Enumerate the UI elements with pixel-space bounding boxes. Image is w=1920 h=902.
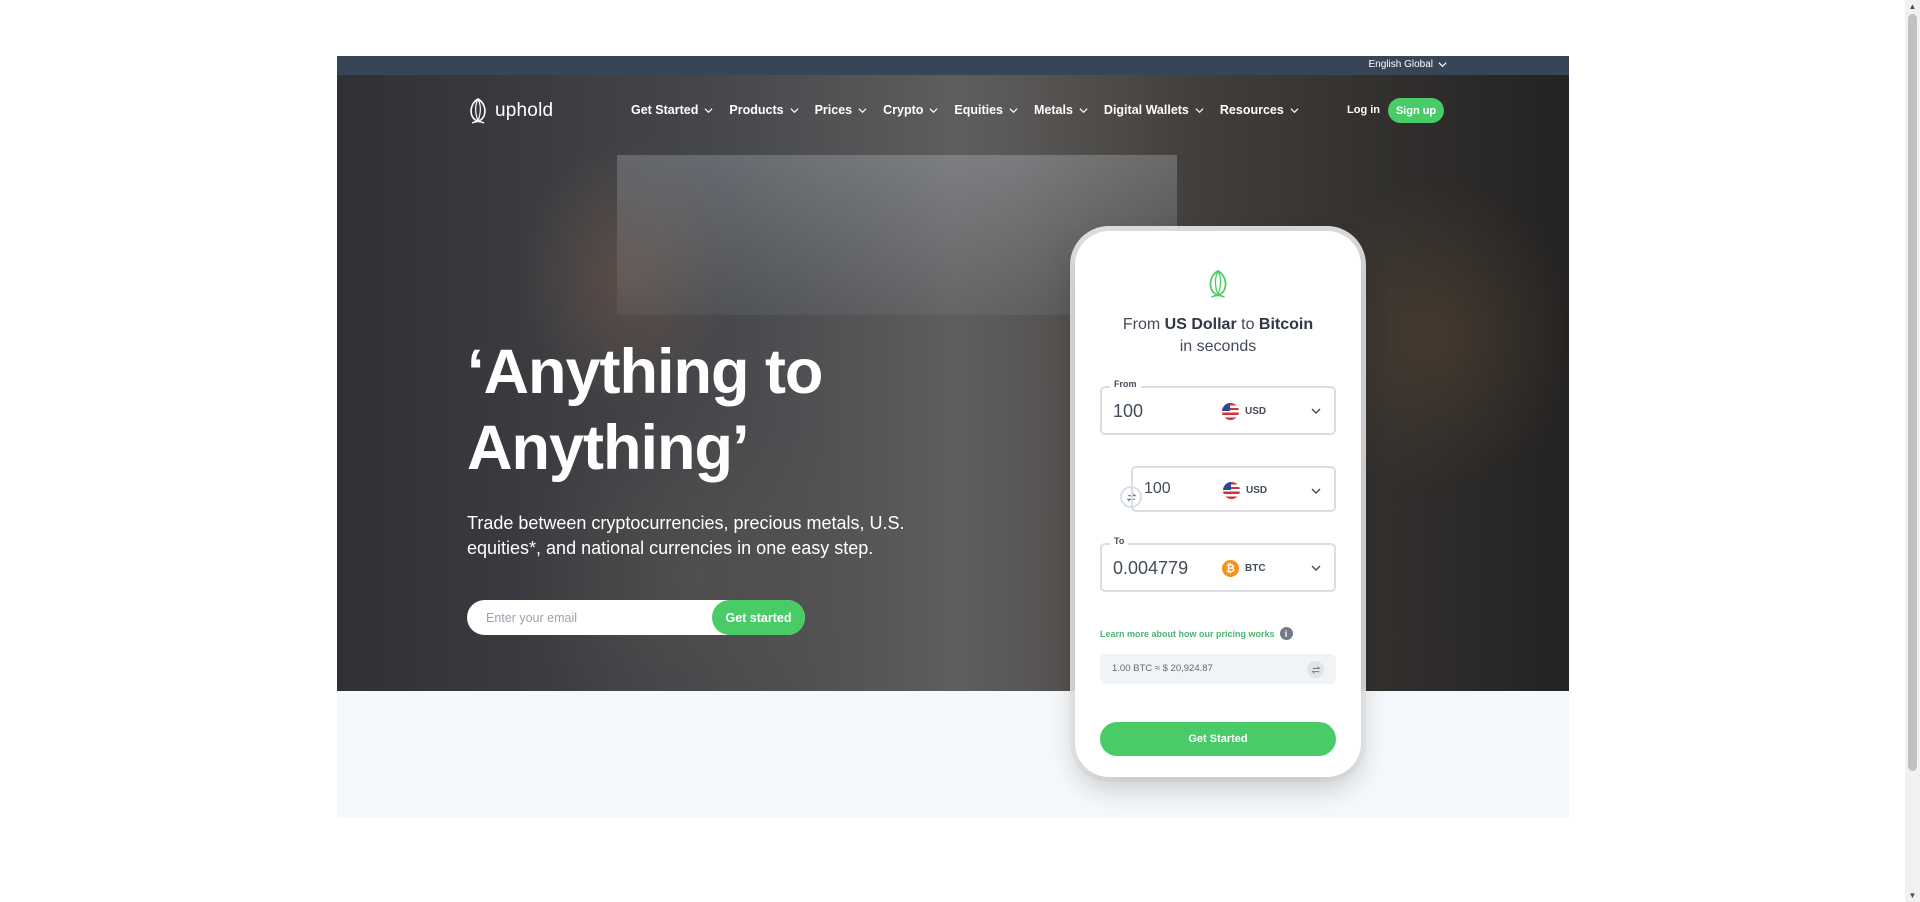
nav-item-prices[interactable]: Prices bbox=[815, 103, 868, 117]
chevron-down-icon bbox=[858, 107, 867, 113]
nav-item-products[interactable]: Products bbox=[729, 103, 799, 117]
converter-get-started-button[interactable]: Get Started bbox=[1100, 722, 1336, 756]
intermediate-amount[interactable]: 100 bbox=[1144, 480, 1171, 498]
to-field[interactable]: To 0.004779 ₿ BTC bbox=[1100, 536, 1336, 592]
chevron-down-icon bbox=[790, 107, 799, 113]
nav-item-label: Resources bbox=[1219, 103, 1284, 117]
from-amount[interactable]: 100 bbox=[1113, 401, 1143, 422]
login-link[interactable]: Log in bbox=[1347, 104, 1380, 116]
swap-arrows-icon bbox=[1310, 665, 1321, 674]
logo-text: uphold bbox=[495, 100, 554, 121]
pricing-info-link[interactable]: Learn more about how our pricing works i bbox=[1100, 627, 1293, 640]
signup-button[interactable]: Sign up bbox=[1388, 98, 1444, 123]
title-to-word: to bbox=[1236, 316, 1259, 333]
nav-item-label: Crypto bbox=[883, 103, 924, 117]
nav-item-label: Metals bbox=[1034, 103, 1073, 117]
language-selector[interactable]: English Global bbox=[1369, 59, 1447, 70]
headline-line-1: ‘Anything to bbox=[467, 337, 823, 407]
to-amount[interactable]: 0.004779 bbox=[1113, 558, 1188, 579]
chevron-down-icon bbox=[1438, 62, 1447, 68]
from-currency-selector[interactable]: USD bbox=[1222, 403, 1266, 420]
us-flag-icon bbox=[1223, 482, 1240, 499]
nav-item-label: Equities bbox=[954, 103, 1004, 117]
nav-item-equities[interactable]: Equities bbox=[954, 103, 1018, 117]
us-flag-icon bbox=[1222, 403, 1239, 420]
title-from-prefix: From bbox=[1122, 316, 1165, 333]
hero-subtext: Trade between cryptocurrencies, precious… bbox=[467, 513, 905, 558]
to-currency-selector[interactable]: ₿ BTC bbox=[1222, 560, 1266, 577]
main-nav: uphold Get Started Products Prices Crypt… bbox=[337, 75, 1569, 147]
title-to-currency: Bitcoin bbox=[1258, 316, 1314, 333]
nav-item-metals[interactable]: Metals bbox=[1034, 103, 1088, 117]
intermediate-field[interactable]: 100 USD bbox=[1131, 466, 1336, 512]
headline-line-2: Anything’ bbox=[467, 413, 749, 483]
top-bar: English Global bbox=[337, 56, 1569, 75]
bitcoin-icon: ₿ bbox=[1222, 560, 1239, 577]
info-icon[interactable]: i bbox=[1279, 627, 1293, 640]
chevron-down-icon[interactable] bbox=[1310, 562, 1322, 574]
exchange-rate-box: 1.00 BTC ≈ $ 20,924.87 bbox=[1100, 654, 1336, 684]
page-scrollbar[interactable]: ▲ ▼ bbox=[1905, 0, 1920, 902]
get-started-button[interactable]: Get started bbox=[712, 600, 805, 635]
nav-item-label: Prices bbox=[814, 103, 853, 117]
chevron-down-icon bbox=[1009, 107, 1018, 113]
title-line-2: in seconds bbox=[1179, 338, 1257, 355]
page: English Global uphold Get Started Produc… bbox=[0, 0, 1920, 902]
uphold-logo[interactable]: uphold bbox=[467, 97, 553, 125]
nav-item-digital-wallets[interactable]: Digital Wallets bbox=[1104, 103, 1204, 117]
site-frame: English Global uphold Get Started Produc… bbox=[337, 56, 1569, 818]
converter-card: From US Dollar to Bitcoin in seconds Fro… bbox=[1075, 231, 1361, 777]
nav-item-crypto[interactable]: Crypto bbox=[883, 103, 938, 117]
swap-rate-icon[interactable] bbox=[1307, 661, 1324, 678]
email-signup-form: Get started bbox=[467, 600, 805, 635]
intermediate-currency-code: USD bbox=[1246, 485, 1268, 496]
from-field[interactable]: From 100 USD bbox=[1100, 379, 1336, 435]
chevron-down-icon bbox=[929, 107, 938, 113]
chevron-down-icon bbox=[704, 107, 713, 113]
scroll-thumb[interactable] bbox=[1908, 14, 1917, 771]
title-from-currency: US Dollar bbox=[1164, 316, 1237, 333]
exchange-rate-text: 1.00 BTC ≈ $ 20,924.87 bbox=[1112, 663, 1213, 674]
chevron-down-icon[interactable] bbox=[1310, 405, 1322, 417]
nav-item-label: Products bbox=[729, 103, 784, 117]
nav-item-label: Digital Wallets bbox=[1103, 103, 1189, 117]
lower-section bbox=[337, 691, 1569, 818]
chevron-down-icon[interactable] bbox=[1310, 485, 1322, 497]
chevron-down-icon bbox=[1290, 107, 1299, 113]
chevron-down-icon bbox=[1195, 107, 1204, 113]
nav-menu: Get Started Products Prices Crypto Equit… bbox=[631, 103, 1299, 117]
nav-item-get-started[interactable]: Get Started bbox=[631, 103, 713, 117]
scroll-down-arrow-icon[interactable]: ▼ bbox=[1908, 891, 1917, 900]
email-input[interactable] bbox=[467, 600, 717, 635]
uphold-logo-icon bbox=[470, 98, 486, 124]
intermediate-currency-selector[interactable]: USD bbox=[1223, 482, 1267, 499]
from-currency-code: USD bbox=[1245, 406, 1267, 417]
nav-item-resources[interactable]: Resources bbox=[1220, 103, 1299, 117]
scroll-up-arrow-icon[interactable]: ▲ bbox=[1908, 2, 1917, 11]
chevron-down-icon bbox=[1079, 107, 1088, 113]
to-currency-code: BTC bbox=[1245, 563, 1266, 574]
from-label: From bbox=[1110, 379, 1141, 389]
to-label: To bbox=[1110, 536, 1129, 546]
nav-item-label: Get Started bbox=[631, 103, 699, 117]
pricing-info-text: Learn more about how our pricing works bbox=[1100, 628, 1275, 639]
hero-headline: ‘Anything to Anything’ bbox=[467, 334, 823, 486]
converter-title: From US Dollar to Bitcoin in seconds bbox=[1075, 314, 1361, 358]
uphold-logo-icon bbox=[1209, 269, 1227, 298]
language-label: English Global bbox=[1368, 59, 1433, 70]
